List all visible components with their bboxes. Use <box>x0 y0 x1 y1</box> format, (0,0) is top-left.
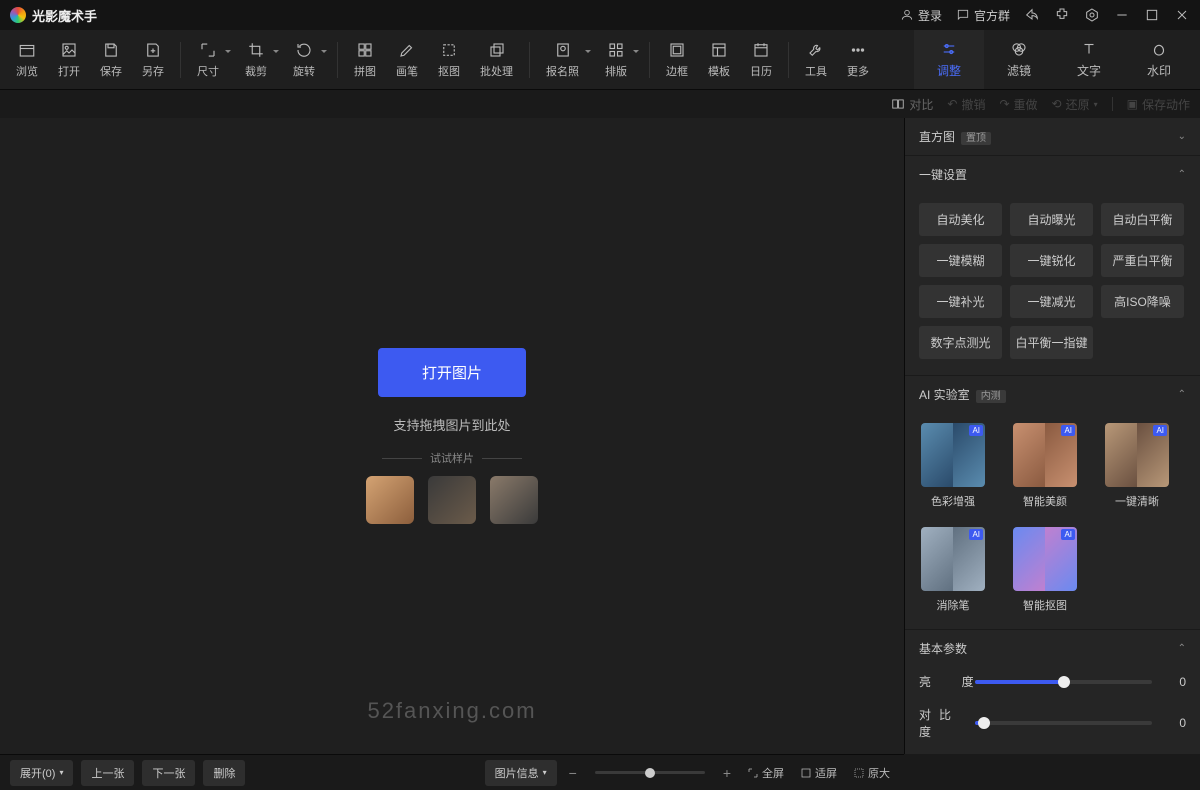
maximize-button[interactable] <box>1144 7 1160 23</box>
close-button[interactable] <box>1174 7 1190 23</box>
quickset-btn-6[interactable]: 一键补光 <box>919 285 1002 318</box>
chevron-down-icon: ⌄ <box>1178 131 1186 142</box>
login-label: 登录 <box>918 7 942 24</box>
settings-icon[interactable] <box>1084 7 1100 23</box>
open-tool[interactable]: 打开 <box>48 30 90 89</box>
idphoto-tool[interactable]: 报名照 <box>536 30 595 89</box>
quickset-panel-header[interactable]: 一键设置 ⌃ <box>905 156 1200 193</box>
redo-button[interactable]: ↷重做 <box>999 96 1037 113</box>
brightness-slider[interactable] <box>975 680 1152 684</box>
save-action-button[interactable]: ▣保存动作 <box>1127 96 1190 113</box>
puzzle-tool[interactable]: 拼图 <box>344 30 386 89</box>
tab-text[interactable]: 文字 <box>1054 30 1124 89</box>
group-label: 官方群 <box>974 7 1010 24</box>
contrast-slider[interactable] <box>975 721 1152 725</box>
restore-button[interactable]: ⟲还原▾ <box>1052 96 1098 113</box>
titlebar: 光影魔术手 登录 官方群 <box>0 0 1200 30</box>
login-button[interactable]: 登录 <box>900 7 942 24</box>
expand-button[interactable]: 展开(0)▾ <box>10 760 73 786</box>
tab-filter[interactable]: 滤镜 <box>984 30 1054 89</box>
quickset-btn-2[interactable]: 自动白平衡 <box>1101 203 1184 236</box>
open-image-button[interactable]: 打开图片 <box>378 348 526 397</box>
crop-tool[interactable]: 裁剪 <box>235 30 283 89</box>
quickset-btn-9[interactable]: 数字点测光 <box>919 326 1002 359</box>
image-info-button[interactable]: 图片信息▾ <box>485 760 557 786</box>
ailab-panel-header[interactable]: AI 实验室内测 ⌃ <box>905 376 1200 413</box>
brush-tool[interactable]: 画笔 <box>386 30 428 89</box>
sample-image-2[interactable] <box>428 476 476 524</box>
chevron-up-icon: ⌃ <box>1178 169 1186 180</box>
quickset-btn-8[interactable]: 高ISO降噪 <box>1101 285 1184 318</box>
zoom-out-button[interactable]: − <box>565 765 581 781</box>
rotate-tool[interactable]: 旋转 <box>283 30 331 89</box>
user-icon <box>900 8 914 22</box>
contrast-label: 对比度 <box>919 706 965 740</box>
watermark-text: 52fanxing.com <box>367 698 536 724</box>
chevron-up-icon: ⌃ <box>1178 389 1186 400</box>
group-button[interactable]: 官方群 <box>956 7 1010 24</box>
extension-icon[interactable] <box>1054 7 1070 23</box>
bottom-bar: 展开(0)▾ 上一张 下一张 删除 图片信息▾ − + 全屏 适屏 原大 <box>0 754 904 790</box>
sample-header: 试试样片 <box>382 450 522 466</box>
quickset-btn-7[interactable]: 一键减光 <box>1010 285 1093 318</box>
histogram-panel-header[interactable]: 直方图置顶 ⌄ <box>905 118 1200 155</box>
quickset-btn-5[interactable]: 严重白平衡 <box>1101 244 1184 277</box>
right-sidebar: 直方图置顶 ⌄ 一键设置 ⌃ 自动美化自动曝光自动白平衡一键模糊一键锐化严重白平… <box>904 118 1200 754</box>
canvas-area[interactable]: 打开图片 支持拖拽图片到此处 试试样片 52fanxing.com <box>0 118 904 754</box>
browse-tool[interactable]: 浏览 <box>6 30 48 89</box>
cutout-tool[interactable]: 抠图 <box>428 30 470 89</box>
quickset-btn-1[interactable]: 自动曝光 <box>1010 203 1093 236</box>
minimize-button[interactable] <box>1114 7 1130 23</box>
save-tool[interactable]: 保存 <box>90 30 132 89</box>
border-tool[interactable]: 边框 <box>656 30 698 89</box>
brightness-value: 0 <box>1162 675 1186 689</box>
quickset-btn-0[interactable]: 自动美化 <box>919 203 1002 236</box>
more-tool[interactable]: 更多 <box>837 30 879 89</box>
contrast-value: 0 <box>1162 716 1186 730</box>
quickset-btn-3[interactable]: 一键模糊 <box>919 244 1002 277</box>
fit-button[interactable]: 适屏 <box>796 765 841 781</box>
saveas-tool[interactable]: 另存 <box>132 30 174 89</box>
template-tool[interactable]: 模板 <box>698 30 740 89</box>
sub-toolbar: 对比 ↶撤销 ↷重做 ⟲还原▾ ▣保存动作 <box>0 90 1200 118</box>
sample-image-1[interactable] <box>366 476 414 524</box>
size-tool[interactable]: 尺寸 <box>187 30 235 89</box>
delete-button[interactable]: 删除 <box>203 760 245 786</box>
zoom-in-button[interactable]: + <box>719 765 735 781</box>
ai-item-0[interactable]: 色彩增强 <box>919 423 987 509</box>
app-logo-icon <box>10 7 26 23</box>
prev-button[interactable]: 上一张 <box>81 760 134 786</box>
tools-tool[interactable]: 工具 <box>795 30 837 89</box>
tab-adjust[interactable]: 调整 <box>914 30 984 89</box>
zoom-slider[interactable] <box>595 771 705 774</box>
sample-image-3[interactable] <box>490 476 538 524</box>
batch-tool[interactable]: 批处理 <box>470 30 523 89</box>
quickset-btn-4[interactable]: 一键锐化 <box>1010 244 1093 277</box>
fullscreen-button[interactable]: 全屏 <box>743 765 788 781</box>
calendar-tool[interactable]: 日历 <box>740 30 782 89</box>
tab-watermark[interactable]: 水印 <box>1124 30 1194 89</box>
main-toolbar: 浏览 打开 保存 另存 尺寸 裁剪 旋转 拼图 画笔 抠图 批处理 报名照 排版… <box>0 30 1200 90</box>
original-button[interactable]: 原大 <box>849 765 894 781</box>
chevron-up-icon: ⌃ <box>1178 643 1186 654</box>
undo-button[interactable]: ↶撤销 <box>947 96 985 113</box>
app-name: 光影魔术手 <box>32 6 97 25</box>
basic-panel-header[interactable]: 基本参数 ⌃ <box>905 630 1200 667</box>
compare-button[interactable]: 对比 <box>891 96 933 113</box>
brightness-label: 亮 度 <box>919 673 965 690</box>
ai-item-2[interactable]: 一键清晰 <box>1103 423 1171 509</box>
next-button[interactable]: 下一张 <box>142 760 195 786</box>
ai-item-3[interactable]: 消除笔 <box>919 527 987 613</box>
chat-icon <box>956 8 970 22</box>
drag-hint: 支持拖拽图片到此处 <box>393 415 510 434</box>
quickset-btn-10[interactable]: 白平衡一指键 <box>1010 326 1093 359</box>
ai-item-1[interactable]: 智能美颜 <box>1011 423 1079 509</box>
layout-tool[interactable]: 排版 <box>595 30 643 89</box>
share-icon[interactable] <box>1024 7 1040 23</box>
ai-item-4[interactable]: 智能抠图 <box>1011 527 1079 613</box>
